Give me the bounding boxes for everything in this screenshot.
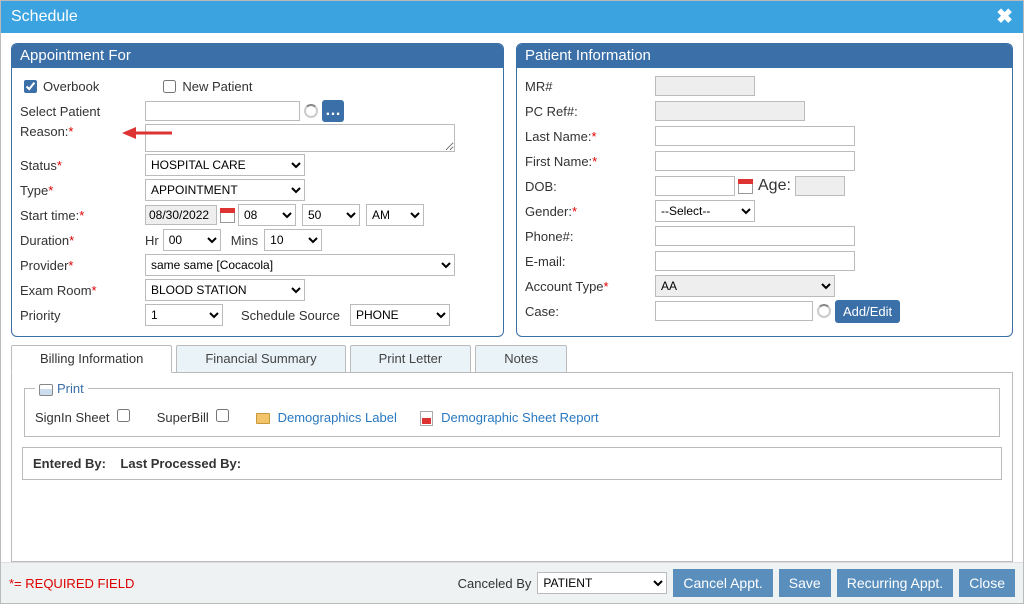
signin-sheet-checkbox[interactable] — [117, 409, 130, 422]
phone-label: Phone#: — [525, 229, 655, 244]
cancel-appt-button[interactable]: Cancel Appt. — [673, 569, 772, 597]
overbook-label: Overbook — [43, 79, 99, 94]
phone-input[interactable] — [655, 226, 855, 246]
tab-billing[interactable]: Billing Information — [11, 345, 172, 373]
print-legend: Print — [35, 381, 88, 396]
age-input — [795, 176, 845, 196]
type-select[interactable]: APPOINTMENT — [145, 179, 305, 201]
patient-header: Patient Information — [517, 44, 1012, 68]
exam-room-select[interactable]: BLOOD STATION — [145, 279, 305, 301]
provider-select[interactable]: same same [Cocacola] — [145, 254, 455, 276]
account-type-label: Account Type — [525, 279, 604, 294]
appointment-panel: Appointment For Overbook New Patient — [11, 43, 504, 337]
dob-input[interactable] — [655, 176, 735, 196]
new-patient-label: New Patient — [182, 79, 252, 94]
top-panels: Appointment For Overbook New Patient — [11, 43, 1013, 337]
status-label: Status — [20, 158, 57, 173]
tabs: Billing Information Financial Summary Pr… — [11, 345, 1013, 373]
tab-content: Print SignIn Sheet SuperBill Demographic… — [11, 373, 1013, 562]
entered-bar: Entered By: Last Processed By: — [22, 447, 1002, 480]
start-min-select[interactable]: 50 — [302, 204, 360, 226]
mr-input — [655, 76, 755, 96]
tab-print-letter[interactable]: Print Letter — [350, 345, 472, 372]
printer-icon — [39, 384, 53, 396]
reason-label: Reason: — [20, 124, 68, 139]
select-patient-input[interactable] — [145, 101, 300, 121]
close-button[interactable]: Close — [959, 569, 1015, 597]
start-time-label: Start time: — [20, 208, 79, 223]
save-button[interactable]: Save — [779, 569, 831, 597]
duration-hr-select[interactable]: 00 — [163, 229, 221, 251]
recurring-appt-button[interactable]: Recurring Appt. — [837, 569, 954, 597]
pc-ref-input — [655, 101, 805, 121]
start-ampm-select[interactable]: AM — [366, 204, 424, 226]
exam-room-label: Exam Room — [20, 283, 92, 298]
loading-icon — [817, 304, 831, 318]
window-title: Schedule — [11, 8, 78, 26]
tab-financial[interactable]: Financial Summary — [176, 345, 345, 372]
dob-label: DOB: — [525, 179, 655, 194]
case-input[interactable] — [655, 301, 813, 321]
case-label: Case: — [525, 304, 655, 319]
canceled-by-label: Canceled By — [458, 576, 532, 591]
duration-min-select[interactable]: 10 — [264, 229, 322, 251]
age-label: Age: — [758, 177, 791, 195]
start-hour-select[interactable]: 08 — [238, 204, 296, 226]
schedule-window: Schedule ✖ Appointment For Overbook New … — [0, 0, 1024, 604]
folder-icon — [256, 413, 270, 424]
titlebar: Schedule ✖ — [1, 1, 1023, 33]
reason-textarea[interactable] — [145, 124, 455, 152]
superbill-label: SuperBill — [157, 410, 209, 425]
gender-label: Gender: — [525, 204, 572, 219]
duration-label: Duration — [20, 233, 69, 248]
overbook-checkbox[interactable] — [24, 80, 37, 93]
loading-icon — [304, 104, 318, 118]
print-fieldset: Print SignIn Sheet SuperBill Demographic… — [24, 381, 1000, 437]
last-processed-by-label: Last Processed By: — [120, 456, 241, 471]
tab-notes[interactable]: Notes — [475, 345, 567, 372]
priority-select[interactable]: 1 — [145, 304, 223, 326]
select-patient-label: Select Patient — [20, 104, 145, 119]
start-date-input[interactable] — [145, 205, 217, 225]
canceled-by-select[interactable]: PATIENT — [537, 572, 667, 594]
email-input[interactable] — [655, 251, 855, 271]
patient-panel: Patient Information MR# PC Ref#: Last Na… — [516, 43, 1013, 337]
mr-label: MR# — [525, 79, 655, 94]
schedule-source-select[interactable]: PHONE — [350, 304, 450, 326]
footer: *= REQUIRED FIELD Canceled By PATIENT Ca… — [1, 562, 1023, 603]
demographics-label-link[interactable]: Demographics Label — [278, 410, 397, 425]
status-select[interactable]: HOSPITAL CARE — [145, 154, 305, 176]
content-area: Appointment For Overbook New Patient — [1, 33, 1023, 562]
new-patient-checkbox[interactable] — [163, 80, 176, 93]
duration-hr-label: Hr — [145, 233, 159, 248]
superbill-checkbox[interactable] — [216, 409, 229, 422]
select-patient-lookup-button[interactable]: … — [322, 100, 344, 122]
entered-by-label: Entered By: — [33, 456, 106, 471]
appointment-header: Appointment For — [12, 44, 503, 68]
required-note: *= REQUIRED FIELD — [9, 576, 134, 591]
priority-label: Priority — [20, 308, 145, 323]
signin-sheet-label: SignIn Sheet — [35, 410, 109, 425]
first-name-input[interactable] — [655, 151, 855, 171]
email-label: E-mail: — [525, 254, 655, 269]
last-name-input[interactable] — [655, 126, 855, 146]
calendar-icon[interactable] — [738, 179, 753, 194]
close-icon[interactable]: ✖ — [996, 7, 1013, 27]
schedule-source-label: Schedule Source — [241, 308, 340, 323]
first-name-label: First Name: — [525, 154, 592, 169]
pdf-icon — [420, 411, 433, 426]
provider-label: Provider — [20, 258, 68, 273]
duration-min-label: Mins — [231, 233, 258, 248]
pc-ref-label: PC Ref#: — [525, 104, 655, 119]
add-edit-button[interactable]: Add/Edit — [835, 300, 900, 323]
account-type-select[interactable]: AA — [655, 275, 835, 297]
gender-select[interactable]: --Select-- — [655, 200, 755, 222]
type-label: Type — [20, 183, 48, 198]
last-name-label: Last Name: — [525, 129, 591, 144]
demographic-sheet-report-link[interactable]: Demographic Sheet Report — [441, 410, 599, 425]
calendar-icon[interactable] — [220, 208, 235, 223]
